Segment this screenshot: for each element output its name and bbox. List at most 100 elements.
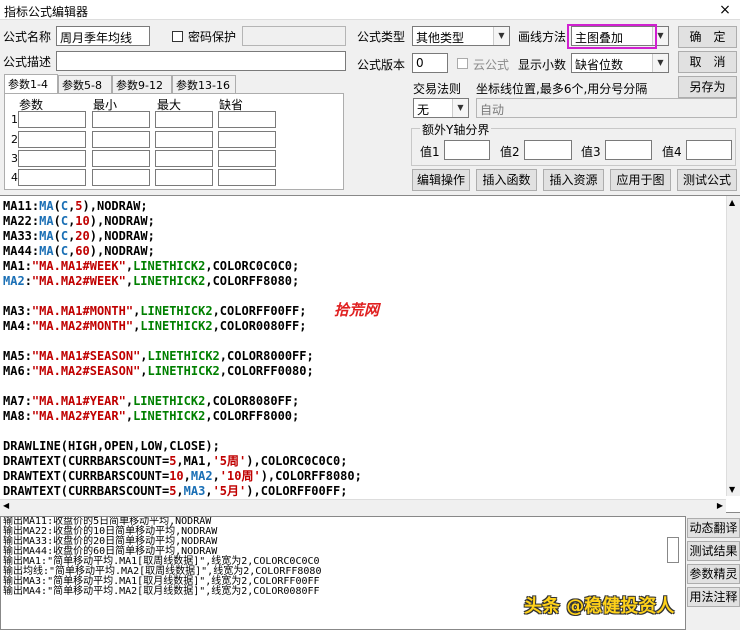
param-min-input[interactable] (92, 150, 150, 167)
code-line: DRAWTEXT(CURRBARSCOUNT=5,MA3,'5月'),COLOR… (3, 484, 348, 498)
chevron-down-icon: ▼ (493, 27, 509, 45)
code-line: DRAWLINE(HIGH,OPEN,LOW,CLOSE); (3, 439, 220, 453)
param-row-number: 3 (11, 152, 18, 165)
scroll-left-icon[interactable]: ◀ (3, 501, 9, 510)
formula-desc-input[interactable] (56, 51, 346, 71)
tab-params-13-16[interactable]: 参数13-16 (172, 75, 236, 93)
coord-label: 坐标线位置,最多6个,用分号分隔 (476, 82, 648, 96)
param-min-input[interactable] (92, 131, 150, 148)
code-line: MA8:"MA.MA2#YEAR",LINETHICK2,COLORFF8000… (3, 409, 300, 423)
ok-button[interactable]: 确 定 (678, 26, 737, 48)
formula-version-input[interactable]: 0 (412, 53, 448, 73)
param-name-input[interactable] (18, 131, 86, 148)
scroll-up-icon[interactable]: ▲ (729, 198, 735, 207)
formula-version-label: 公式版本 (357, 58, 406, 72)
param-name-input[interactable] (18, 111, 86, 128)
params-panel: 参数 最小 最大 缺省 1 2 3 4 (4, 93, 344, 190)
cloud-formula-checkbox[interactable] (457, 58, 468, 69)
scroll-down-icon[interactable]: ▼ (729, 485, 735, 494)
extra-yaxis-group: 额外Y轴分界 值1 值2 值3 值4 (411, 121, 736, 166)
formula-type-select[interactable]: 其他类型 ▼ (412, 26, 510, 46)
chevron-down-icon: ▼ (452, 99, 468, 117)
param-tabs: 参数1-4 参数5-8 参数9-12 参数13-16 (4, 74, 344, 94)
cancel-button[interactable]: 取 消 (678, 51, 737, 73)
password-checkbox[interactable] (172, 31, 183, 42)
yaxis-value3-label: 值3 (581, 145, 601, 159)
edit-operation-button[interactable]: 编辑操作 (412, 169, 470, 191)
formula-name-input[interactable]: 周月季年均线 (56, 26, 150, 46)
highlight-box (567, 24, 657, 49)
param-max-input[interactable] (155, 169, 213, 186)
code-line: MA2:"MA.MA2#WEEK",LINETHICK2,COLORFF8080… (3, 274, 300, 288)
code-line: MA33:MA(C,20),NODRAW; (3, 229, 155, 243)
yaxis-value4-input[interactable] (686, 140, 732, 160)
param-min-input[interactable] (92, 111, 150, 128)
decimal-label: 显示小数 (518, 58, 567, 72)
save-as-button[interactable]: 另存为 (678, 76, 737, 98)
tab-params-9-12[interactable]: 参数9-12 (112, 75, 172, 93)
chevron-down-icon: ▼ (652, 54, 668, 72)
param-max-input[interactable] (155, 150, 213, 167)
param-default-input[interactable] (218, 111, 276, 128)
trade-rule-value: 无 (417, 103, 430, 117)
decimal-select[interactable]: 缺省位数 ▼ (571, 53, 669, 73)
test-result-button[interactable]: 测试结果 (687, 541, 740, 561)
tab-params-5-8[interactable]: 参数5-8 (58, 75, 112, 93)
insert-function-button[interactable]: 插入函数 (476, 169, 537, 191)
coord-input[interactable]: 自动 (476, 98, 737, 118)
code-line: MA3:"MA.MA1#MONTH",LINETHICK2,COLORFF00F… (3, 304, 307, 318)
code-line: MA6:"MA.MA2#SEASON",LINETHICK2,COLORFF00… (3, 364, 314, 378)
password-label: 密码保护 (188, 30, 237, 44)
editor-horizontal-scrollbar[interactable]: ◀ ▶ (0, 499, 726, 513)
decimal-value: 缺省位数 (575, 58, 624, 72)
param-max-input[interactable] (155, 131, 213, 148)
yaxis-value3-input[interactable] (605, 140, 652, 160)
param-max-input[interactable] (155, 111, 213, 128)
dynamic-translate-button[interactable]: 动态翻译 (687, 518, 740, 538)
param-row-number: 2 (11, 133, 18, 146)
test-formula-button[interactable]: 测试公式 (677, 169, 737, 191)
insert-resource-button[interactable]: 插入资源 (543, 169, 604, 191)
apply-to-chart-button[interactable]: 应用于图 (610, 169, 671, 191)
close-icon[interactable]: × (710, 0, 740, 20)
param-name-input[interactable] (18, 150, 86, 167)
param-default-input[interactable] (218, 150, 276, 167)
formula-desc-label: 公式描述 (3, 55, 52, 69)
param-wizard-button[interactable]: 参数精灵 (687, 564, 740, 584)
output-scrollbar-thumb[interactable] (667, 537, 679, 563)
code-line: DRAWTEXT(CURRBARSCOUNT=5,MA1,'5周'),COLOR… (3, 454, 348, 468)
watermark-red: 拾荒网 (334, 301, 380, 319)
formula-type-label: 公式类型 (357, 30, 406, 44)
code-text: MA11:MA(C,5),NODRAW; MA22:MA(C,10),NODRAW… (3, 199, 362, 499)
password-input[interactable] (242, 26, 346, 46)
param-min-input[interactable] (92, 169, 150, 186)
code-line: DRAWTEXT(CURRBARSCOUNT=10,MA2,'10周'),COL… (3, 469, 362, 483)
param-default-input[interactable] (218, 169, 276, 186)
code-line: MA44:MA(C,60),NODRAW; (3, 244, 155, 258)
window-title: 指标公式编辑器 (4, 5, 89, 19)
formula-type-value: 其他类型 (416, 31, 465, 45)
formula-name-label: 公式名称 (3, 30, 52, 44)
yaxis-value2-label: 值2 (500, 145, 520, 159)
scroll-right-icon[interactable]: ▶ (717, 501, 723, 510)
param-default-input[interactable] (218, 131, 276, 148)
code-line: MA5:"MA.MA1#SEASON",LINETHICK2,COLOR8000… (3, 349, 314, 363)
yaxis-value1-input[interactable] (444, 140, 490, 160)
usage-notes-button[interactable]: 用法注释 (687, 587, 740, 607)
param-name-input[interactable] (18, 169, 86, 186)
trade-rule-select[interactable]: 无 ▼ (413, 98, 469, 118)
editor-vertical-scrollbar[interactable]: ▲ ▼ (726, 196, 740, 496)
tab-params-1-4[interactable]: 参数1-4 (4, 74, 58, 94)
cloud-formula-label: 云公式 (473, 58, 510, 72)
code-line: MA4:"MA.MA2#MONTH",LINETHICK2,COLOR0080F… (3, 319, 307, 333)
yaxis-value2-input[interactable] (524, 140, 572, 160)
trade-rule-label: 交易法则 (413, 82, 462, 96)
code-editor[interactable]: MA11:MA(C,5),NODRAW; MA22:MA(C,10),NODRAW… (0, 195, 740, 513)
code-line: MA11:MA(C,5),NODRAW; (3, 199, 148, 213)
code-line: MA22:MA(C,10),NODRAW; (3, 214, 155, 228)
code-line: MA1:"MA.MA1#WEEK",LINETHICK2,COLORC0C0C0… (3, 259, 300, 273)
